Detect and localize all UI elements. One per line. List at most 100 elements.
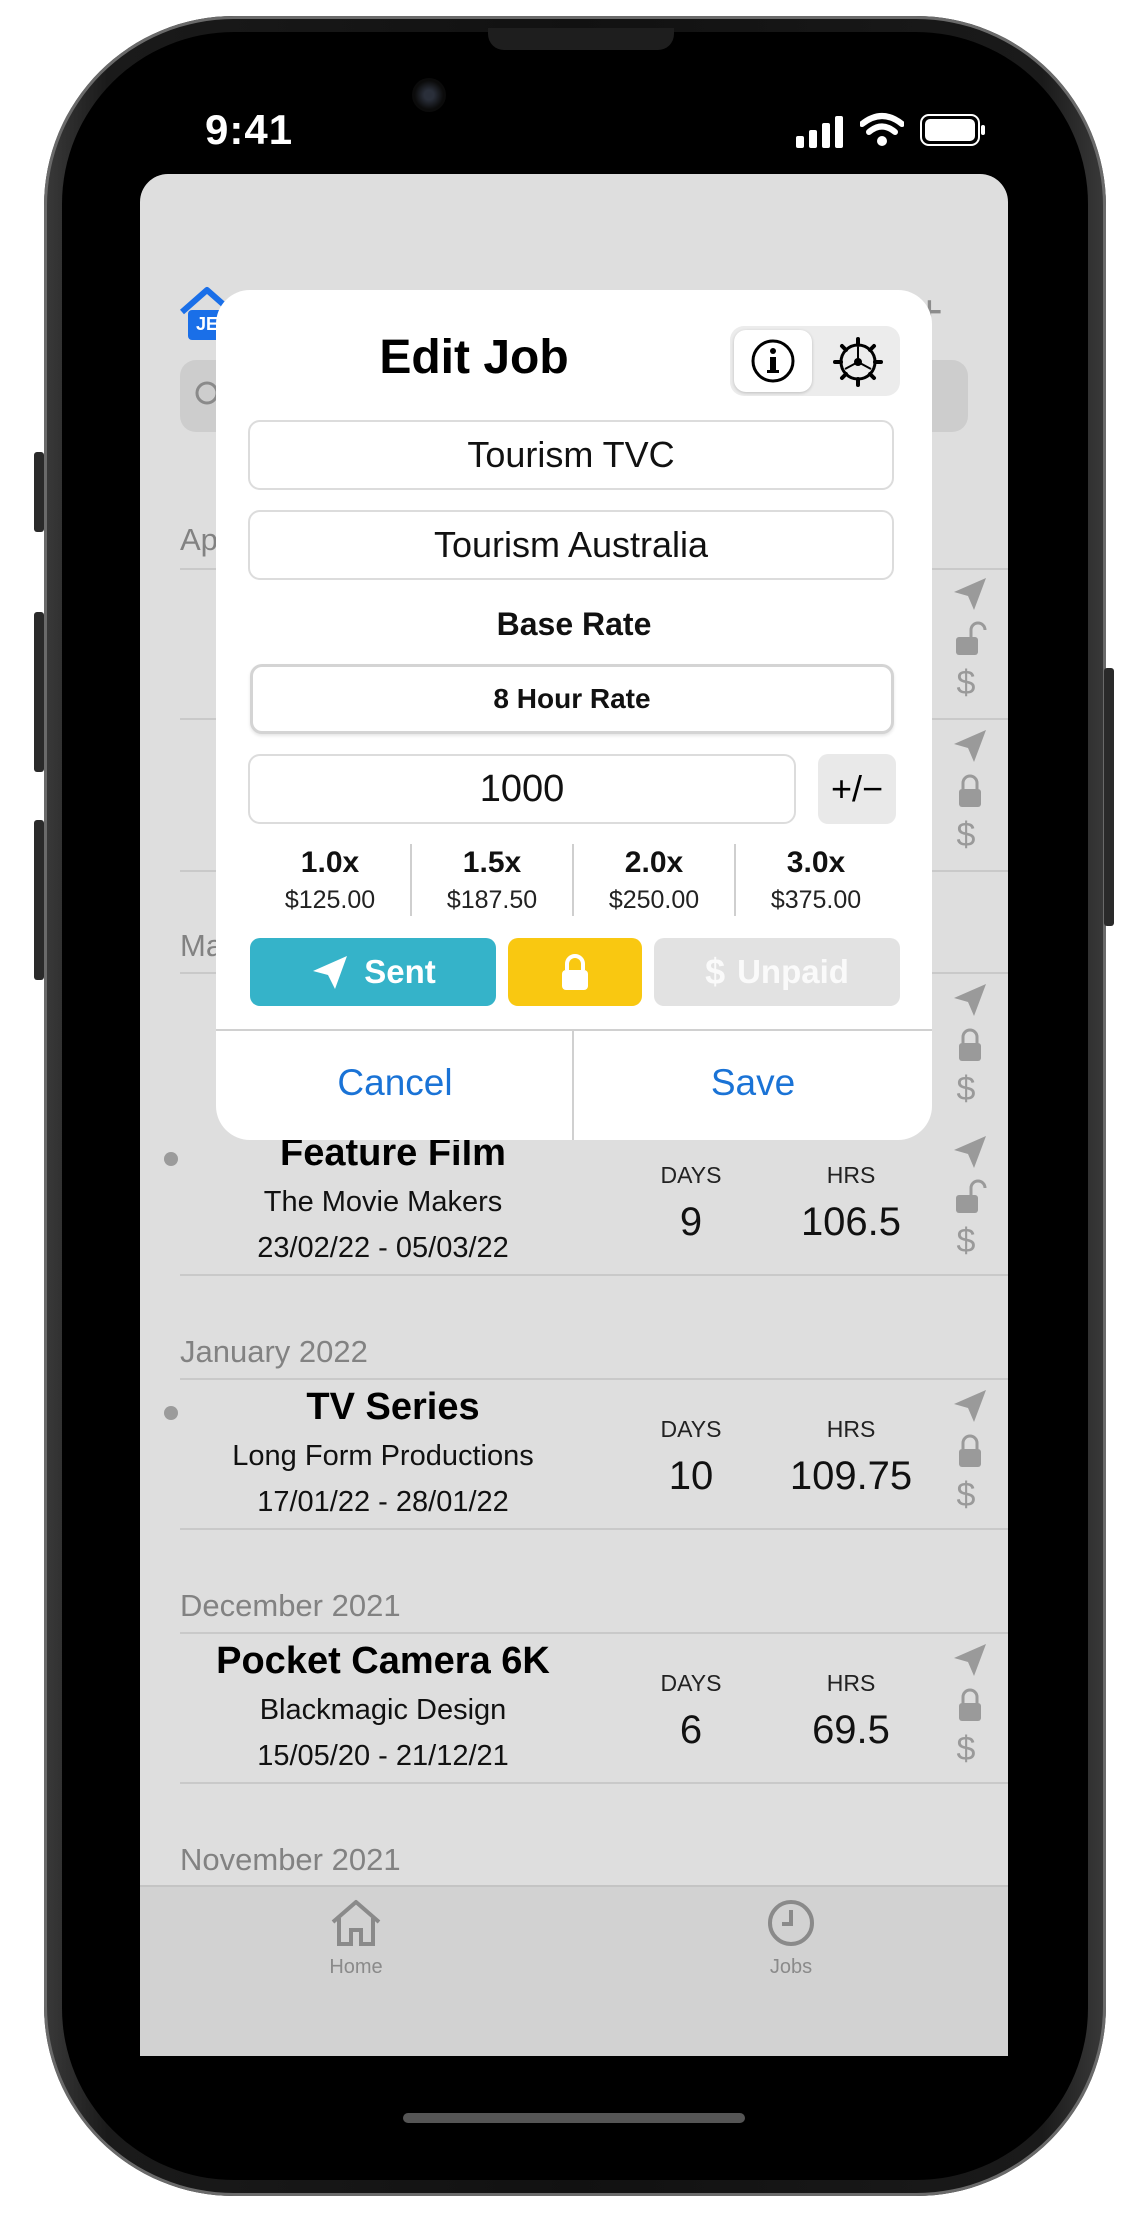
dollar-status-icon: $: [956, 1730, 976, 1768]
days-label: DAYS: [660, 1416, 722, 1442]
unread-dot: [164, 1152, 178, 1166]
multiplier-label: 1.0x: [300, 845, 360, 879]
multiplier-amount: $125.00: [284, 885, 376, 914]
dialog-title: Edit Job: [379, 331, 569, 384]
tab-home-label: Home: [329, 1956, 383, 1978]
multiplier-row: 1.0x $125.00 1.5x $187.50 2.0x $250.00 3…: [250, 840, 896, 920]
row-divider: [180, 1378, 1008, 1380]
hrs-label: HRS: [826, 1416, 876, 1442]
save-button[interactable]: Save: [574, 1062, 932, 1104]
wifi-icon: [860, 113, 904, 146]
job-name-field[interactable]: Tourism TVC: [248, 420, 894, 490]
dollar-icon: $: [705, 951, 726, 992]
job-title: TV Series: [306, 1386, 480, 1428]
lock-button[interactable]: [508, 938, 642, 1006]
speaker-notch: [488, 28, 674, 50]
info-settings-segmented-control: [730, 326, 900, 396]
job-company: The Movie Makers: [263, 1186, 503, 1218]
settings-segment[interactable]: [818, 330, 896, 392]
row-divider: [180, 1632, 1008, 1634]
section-title-nov: November 2021: [180, 1842, 401, 1877]
row-divider: [180, 1782, 1008, 1784]
sent-status-icon: [954, 730, 986, 762]
multiplier-1x[interactable]: 1.0x $125.00: [250, 846, 410, 915]
multiplier-amount: $250.00: [608, 885, 700, 914]
front-camera: [412, 78, 446, 112]
hrs-value: 69.5: [812, 1708, 890, 1752]
job-dates: 17/01/22 - 28/01/22: [257, 1486, 509, 1518]
unpaid-button[interactable]: $ Unpaid: [654, 938, 900, 1006]
row-status-icons: $: [950, 574, 990, 714]
multiplier-label: 2.0x: [624, 845, 684, 879]
sent-label: Sent: [364, 953, 436, 990]
row-status-icons: $: [950, 1386, 990, 1515]
row-divider: [180, 1274, 1008, 1276]
job-company: Blackmagic Design: [259, 1694, 507, 1726]
locked-status-icon: [959, 1688, 981, 1721]
multiplier-label: 3.0x: [786, 845, 846, 879]
nav-partial-label: JE: [196, 314, 219, 334]
rate-type-selector[interactable]: 8 Hour Rate: [250, 664, 894, 734]
days-label: DAYS: [660, 1162, 722, 1188]
paper-plane-icon: [313, 956, 348, 989]
section-title-jan: January 2022: [180, 1334, 368, 1369]
base-rate-heading: Base Rate: [496, 606, 652, 642]
hrs-value: 109.75: [789, 1454, 913, 1498]
rate-value-field[interactable]: 1000: [248, 754, 796, 824]
multiplier-amount: $375.00: [770, 885, 862, 914]
sent-status-icon: [954, 1390, 986, 1422]
section-title-apr: Ap: [180, 522, 218, 557]
job-row[interactable]: TV Series Long Form Productions 17/01/22…: [0, 1386, 1148, 1532]
battery-icon: [920, 114, 985, 146]
client-field[interactable]: Tourism Australia: [248, 510, 894, 580]
dollar-status-icon: $: [956, 816, 976, 854]
unlocked-status-icon: [956, 1179, 987, 1213]
tab-home[interactable]: Home: [296, 1892, 416, 1992]
locked-status-icon: [959, 1434, 981, 1467]
status-time: 9:41: [205, 106, 294, 153]
dollar-status-icon: $: [956, 664, 976, 702]
locked-status-icon: [959, 1028, 981, 1061]
row-divider: [180, 1528, 1008, 1530]
dollar-status-icon: $: [956, 1070, 976, 1108]
power-button: [1104, 668, 1114, 926]
hrs-value: 106.5: [800, 1200, 902, 1244]
job-row[interactable]: Pocket Camera 6K Blackmagic Design 15/05…: [0, 1640, 1148, 1786]
lock-icon: [562, 954, 588, 990]
volume-up-button: [34, 612, 44, 772]
section-title-dec: December 2021: [180, 1588, 401, 1623]
cellular-signal-icon: [796, 116, 843, 148]
sent-button[interactable]: Sent: [250, 938, 496, 1006]
sent-status-icon: [954, 1136, 986, 1168]
locked-status-icon: [959, 774, 981, 807]
hrs-label: HRS: [826, 1162, 876, 1188]
unpaid-label: Unpaid: [737, 953, 849, 990]
home-icon: [331, 1900, 381, 1946]
tab-jobs[interactable]: Jobs: [731, 1892, 851, 1992]
info-segment[interactable]: [734, 330, 812, 392]
row-status-icons: $: [950, 1132, 990, 1261]
volume-down-button: [34, 820, 44, 980]
job-dates: 15/05/20 - 21/12/21: [257, 1740, 509, 1772]
row-status-icons: $: [950, 726, 990, 866]
job-row[interactable]: Feature Film The Movie Makers 23/02/22 -…: [0, 1132, 1148, 1278]
unread-dot: [164, 1406, 178, 1420]
plus-minus-button[interactable]: +/−: [818, 754, 896, 824]
info-icon: [751, 339, 795, 383]
cancel-button[interactable]: Cancel: [216, 1062, 574, 1104]
multiplier-1-5x[interactable]: 1.5x $187.50: [412, 846, 572, 915]
multiplier-3x[interactable]: 3.0x $375.00: [736, 846, 896, 915]
row-status-icons: $: [950, 980, 990, 1120]
tab-bar: [140, 1885, 1008, 2056]
job-company: Long Form Productions: [232, 1440, 534, 1472]
tab-jobs-label: Jobs: [769, 1956, 813, 1978]
sent-status-icon: [954, 1644, 986, 1676]
row-status-icons: $: [950, 1640, 990, 1769]
unlocked-status-icon: [956, 621, 987, 655]
sent-status-icon: [954, 578, 986, 610]
days-label: DAYS: [660, 1670, 722, 1696]
multiplier-2x[interactable]: 2.0x $250.00: [574, 846, 734, 915]
hrs-label: HRS: [826, 1670, 876, 1696]
sent-status-icon: [954, 984, 986, 1016]
clock-icon: [768, 1900, 814, 1946]
